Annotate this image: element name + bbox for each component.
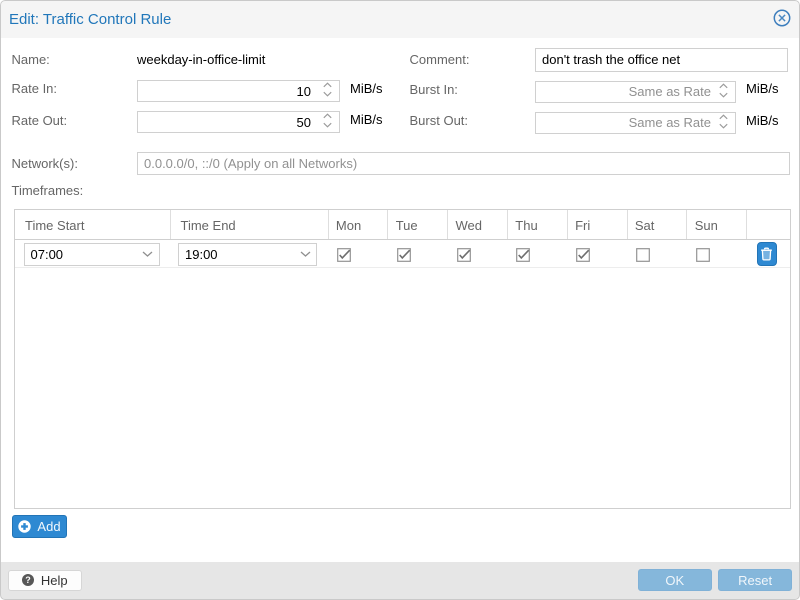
svg-text:?: ? xyxy=(25,575,31,585)
